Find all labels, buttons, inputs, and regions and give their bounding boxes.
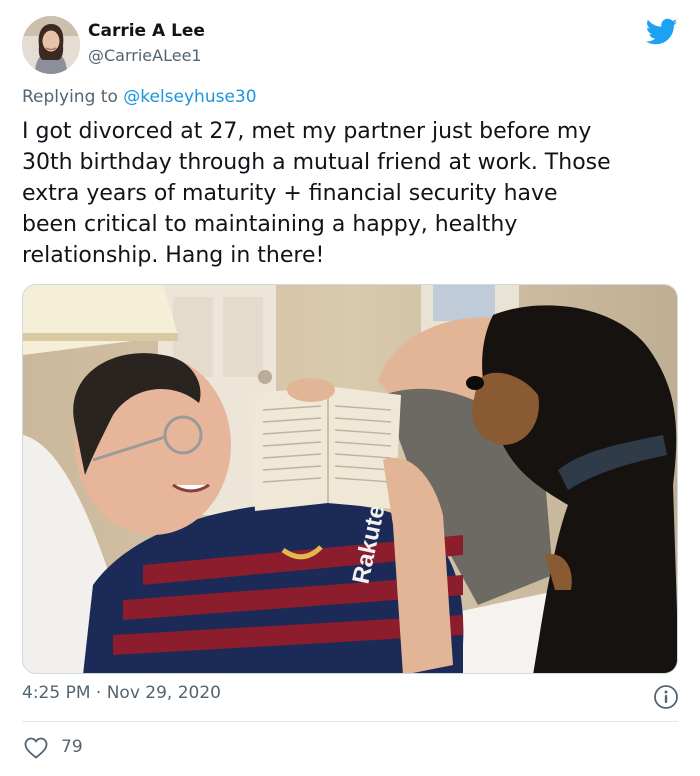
like-count: 79 xyxy=(61,737,83,757)
replying-to: Replying to @kelseyhuse30 xyxy=(22,87,257,107)
tweet-text: I got divorced at 27, met my partner jus… xyxy=(22,116,682,271)
divider xyxy=(22,721,678,722)
tweet-text-line: been critical to maintaining a happy, he… xyxy=(22,212,518,237)
photo-man-reading-with-dog: Rakuten xyxy=(23,285,677,673)
tweet-card: Carrie A Lee @CarrieALee1 Replying to @k… xyxy=(0,0,700,776)
tweet-photo[interactable]: Rakuten xyxy=(22,284,678,674)
tweet-text-line: relationship. Hang in there! xyxy=(22,243,325,268)
info-icon[interactable] xyxy=(653,684,679,710)
tweet-text-line: 30th birthday through a mutual friend at… xyxy=(22,150,611,175)
twitter-bird-icon[interactable] xyxy=(646,18,678,46)
heart-icon[interactable] xyxy=(24,737,48,759)
tweet-timestamp[interactable]: 4:25 PM · Nov 29, 2020 xyxy=(22,683,221,703)
replying-to-label: Replying to xyxy=(22,87,124,107)
tweet-text-line: I got divorced at 27, met my partner jus… xyxy=(22,119,592,144)
avatar[interactable] xyxy=(22,16,80,74)
tweet-text-line: extra years of maturity + financial secu… xyxy=(22,181,558,206)
reply-mention-link[interactable]: @kelseyhuse30 xyxy=(123,87,256,107)
author-name[interactable]: Carrie A Lee xyxy=(88,21,205,41)
avatar-image xyxy=(22,16,80,74)
author-handle[interactable]: @CarrieALee1 xyxy=(88,46,202,65)
